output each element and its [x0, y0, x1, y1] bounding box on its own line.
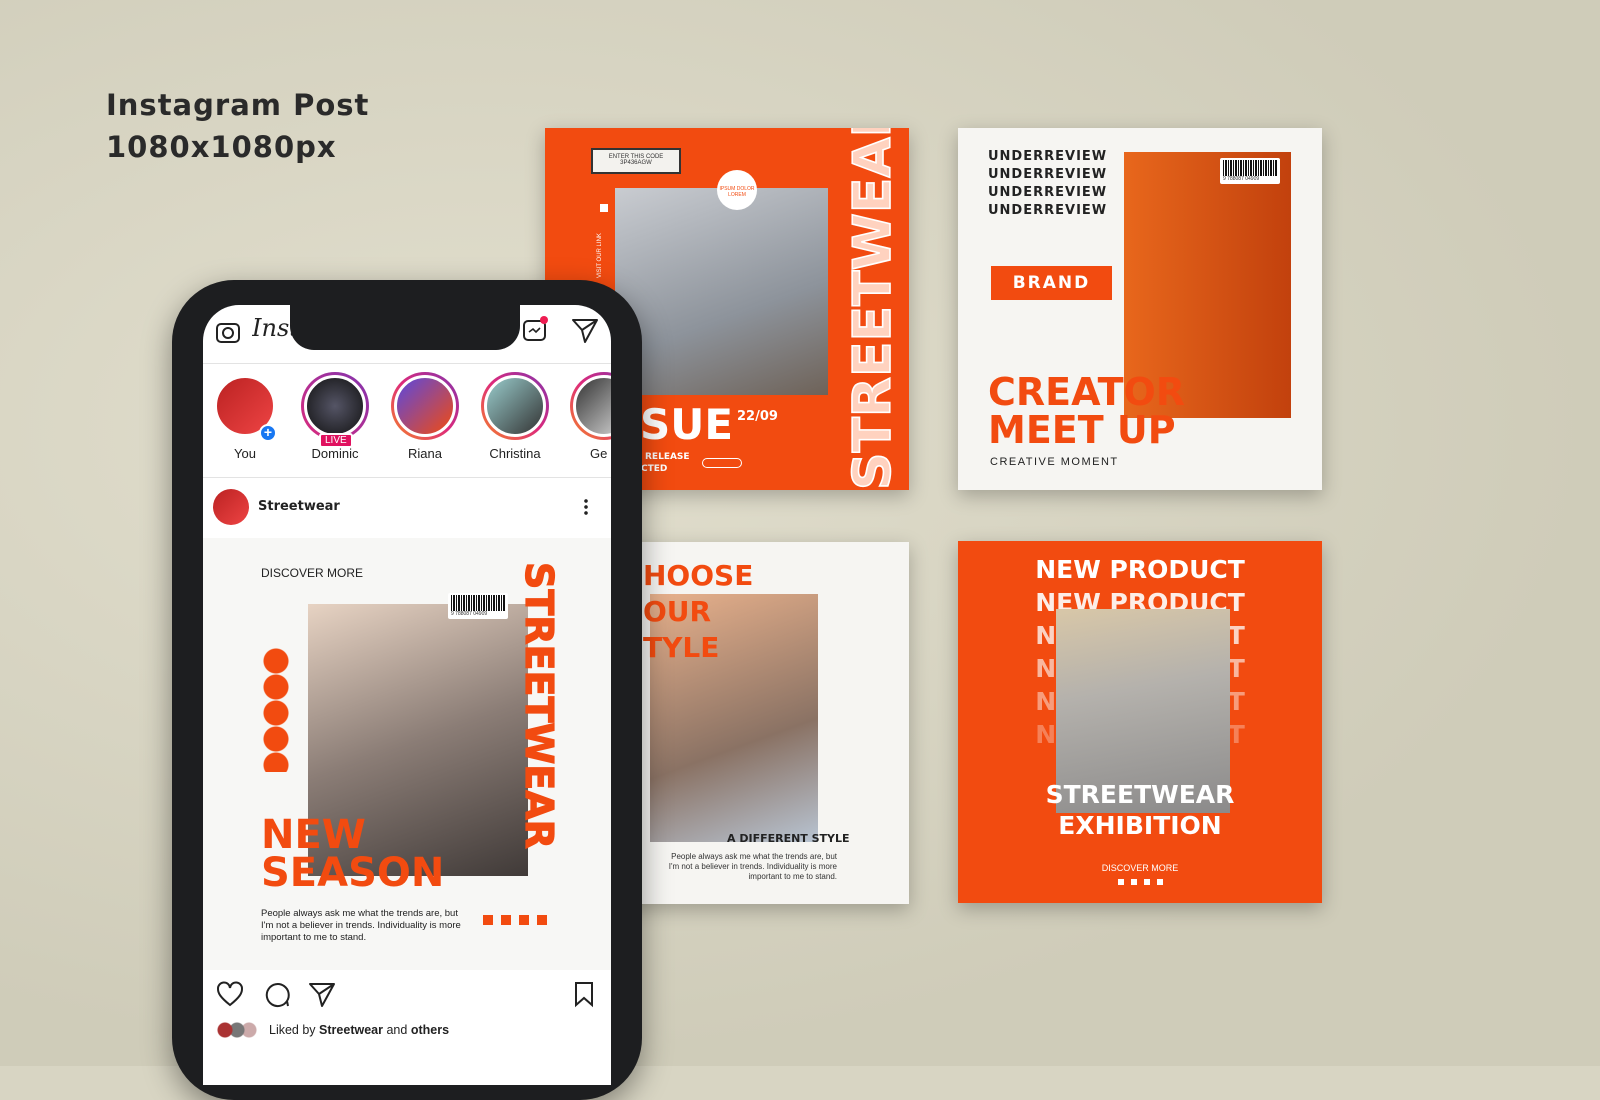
product-headline: STREETWEAR EXHIBITION — [1045, 780, 1235, 840]
story-christina[interactable]: Christina — [475, 372, 555, 461]
repeat-line: UNDERREVIEW — [988, 167, 1108, 182]
repeat-line: UNDERREVIEW — [988, 203, 1108, 218]
style-subtitle: A DIFFERENT STYLE — [727, 832, 850, 845]
post-headline: NEW SEASON — [261, 812, 445, 896]
creator-caption: CREATIVE MOMENT — [990, 456, 1119, 468]
story-dominic[interactable]: LIVE Dominic — [295, 372, 375, 461]
heading-line-2: 1080x1080px — [106, 130, 337, 164]
story-label: Christina — [489, 446, 541, 461]
post-username[interactable]: Streetwear — [258, 499, 340, 514]
style-headline: HOOSE OUR TYLE — [643, 559, 754, 664]
creator-headline-2: MEET UP — [988, 408, 1176, 452]
round-badge: IPSUM DOLOR LOREM — [717, 170, 757, 210]
story-ge[interactable]: Ge — [565, 372, 611, 461]
square-ornament — [483, 912, 555, 930]
card-creator: UNDERREVIEW UNDERREVIEW UNDERREVIEW UNDE… — [958, 128, 1322, 490]
barcode: 9 788087 04909 — [1220, 158, 1280, 184]
creator-headline-1: CREATOR — [988, 370, 1186, 414]
repeat-line: UNDERREVIEW — [988, 149, 1108, 164]
more-options-icon[interactable] — [584, 498, 588, 516]
code-ticket: ENTER THIS CODE 3P436AGW — [591, 148, 681, 174]
instagram-logo: Instagram — [252, 314, 292, 342]
post-body: People always ask me what the trends are… — [261, 908, 461, 943]
slider-dots — [702, 458, 742, 468]
heading-line-1: Instagram Post — [106, 88, 370, 122]
discover-more-link[interactable]: DISCOVER MORE — [958, 863, 1322, 873]
divider — [203, 477, 611, 478]
phone-notch — [290, 300, 520, 350]
white-square — [600, 204, 608, 212]
story-riana[interactable]: Riana — [385, 372, 465, 461]
issue-sub-1: RELEASE — [645, 452, 690, 462]
direct-send-icon[interactable] — [570, 316, 600, 344]
vertical-streetwear: STREETWEAR — [842, 128, 904, 490]
side-link: VISIT OUR LINK — [597, 233, 603, 278]
style-body: People always ask me what the trends are… — [668, 852, 837, 881]
add-story-icon[interactable]: + — [259, 424, 277, 442]
brand-button[interactable]: BRAND — [991, 266, 1112, 300]
issue-headline: SUE — [640, 400, 734, 449]
dots-indicator — [1118, 879, 1168, 885]
live-badge: LIVE — [319, 433, 353, 448]
igtv-icon[interactable] — [520, 314, 550, 344]
card-product: NEW PRODUCT NEW PRODUCT NEW PRODUCT NEW … — [958, 541, 1322, 903]
divider — [203, 363, 611, 364]
story-you[interactable]: + You — [205, 372, 285, 461]
comment-icon[interactable] — [262, 980, 292, 1008]
post-discover: DISCOVER MORE — [261, 566, 364, 580]
issue-date: 22/09 — [737, 409, 778, 424]
vertical-streetwear: STREETWEAR — [516, 561, 561, 849]
story-label: Riana — [408, 446, 442, 461]
liked-by-text[interactable]: Liked by Streetwear and others — [269, 1023, 449, 1037]
repeat-line: UNDERREVIEW — [988, 185, 1108, 200]
half-circle-ornament — [263, 648, 289, 772]
underreview-list: UNDERREVIEW UNDERREVIEW UNDERREVIEW UNDE… — [988, 148, 1107, 220]
story-label: Dominic — [311, 446, 359, 461]
issue-sub-2: CTED — [641, 464, 668, 474]
code-value: 3P436AGW — [620, 160, 652, 166]
share-icon[interactable] — [307, 980, 337, 1008]
story-label: Ge — [590, 446, 608, 461]
barcode: 9 788087 04909 — [448, 593, 508, 619]
bookmark-icon[interactable] — [572, 980, 596, 1008]
photo-man-sitting — [615, 188, 828, 395]
post-avatar[interactable] — [213, 489, 249, 525]
camera-icon[interactable] — [214, 318, 242, 346]
story-label: You — [234, 446, 256, 461]
heart-icon[interactable] — [215, 980, 245, 1008]
post-image[interactable]: DISCOVER MORE 9 788087 04909 STREETWEAR … — [203, 538, 611, 970]
liked-avatars — [217, 1022, 263, 1038]
